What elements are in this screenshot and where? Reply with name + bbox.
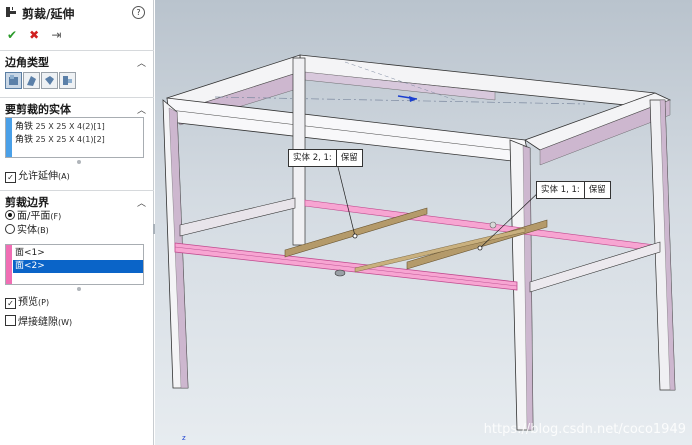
end-butt-button[interactable] bbox=[41, 72, 58, 89]
cancel-button[interactable]: ✖ bbox=[26, 28, 42, 42]
body-label: 实体 bbox=[17, 225, 37, 236]
face-plane-label: 面/平面 bbox=[17, 211, 51, 222]
resize-grip[interactable] bbox=[77, 287, 81, 291]
shortcut-hint: (P) bbox=[38, 298, 50, 307]
weld-gap-checkbox[interactable]: 焊接缝隙(W) bbox=[5, 315, 72, 328]
divider bbox=[0, 50, 154, 51]
shortcut-hint: (F) bbox=[50, 212, 62, 221]
body-spec: 25 X 25 X 4(2)[1] bbox=[33, 122, 105, 131]
end-butt2-button[interactable] bbox=[59, 72, 76, 89]
trim-boundary-heading: 剪裁边界 bbox=[5, 196, 49, 209]
selection-color-bar bbox=[6, 245, 12, 284]
table-frame-model bbox=[162, 54, 676, 431]
graphics-viewport[interactable]: 实体 2, 1: 保留 实体 1, 1: 保留 z https://blog.csd… bbox=[155, 0, 692, 445]
body-radio[interactable]: 实体(B) bbox=[5, 224, 49, 237]
trim-boundary-list[interactable]: 面<1> 面<2> bbox=[5, 244, 144, 285]
bodies-to-trim-heading: 要剪裁的实体 bbox=[5, 103, 71, 116]
left-mid-rail[interactable] bbox=[179, 197, 296, 237]
rail-endcap[interactable] bbox=[334, 269, 346, 277]
right-mid-rail[interactable] bbox=[529, 241, 661, 293]
collapse-bodies-icon[interactable]: ︿ bbox=[137, 103, 146, 116]
shortcut-hint: (A) bbox=[58, 172, 70, 181]
watermark-text: https://blog.csdn.net/coco1949 bbox=[483, 422, 686, 437]
axis-triad-label: z bbox=[182, 434, 186, 442]
end-miter-button[interactable] bbox=[23, 72, 40, 89]
radio-dot[interactable] bbox=[5, 210, 15, 220]
shortcut-hint: (W) bbox=[58, 318, 73, 327]
corner-type-buttons bbox=[5, 72, 77, 92]
collapse-corner-type-icon[interactable]: ︿ bbox=[137, 56, 146, 69]
action-bar: ✔ ✖ ⇥ bbox=[4, 28, 67, 42]
list-item[interactable]: 角铁 25 X 25 X 4(1)[2] bbox=[15, 133, 143, 146]
resize-grip[interactable] bbox=[77, 160, 81, 164]
allow-extend-label: 允许延伸 bbox=[18, 171, 58, 182]
end-butt-icon bbox=[45, 76, 54, 85]
end-miter-icon bbox=[27, 76, 36, 86]
end-butt2-icon bbox=[63, 76, 72, 85]
shortcut-hint: (B) bbox=[37, 226, 49, 235]
radio-dot[interactable] bbox=[5, 224, 15, 234]
body-name: 角铁 bbox=[15, 135, 34, 145]
help-icon[interactable]: ? bbox=[132, 6, 145, 19]
corner-type-heading: 边角类型 bbox=[5, 56, 49, 69]
collapse-boundary-icon[interactable]: ︿ bbox=[137, 196, 146, 209]
ok-button[interactable]: ✔ bbox=[4, 28, 20, 42]
list-item[interactable]: 面<1> bbox=[15, 247, 143, 260]
trim-extend-icon bbox=[6, 7, 16, 17]
body-1-callout[interactable]: 实体 1, 1: 保留 bbox=[536, 181, 611, 199]
callout-key: 实体 1, 1: bbox=[537, 182, 585, 198]
preview-checkbox[interactable]: ✓ 预览(P) bbox=[5, 296, 49, 309]
selection-color-bar bbox=[6, 118, 12, 157]
checkbox-box[interactable]: ✓ bbox=[5, 298, 16, 309]
panel-title: 剪裁/延伸 bbox=[22, 7, 75, 21]
checkbox-box[interactable]: ✓ bbox=[5, 172, 16, 183]
face-plane-radio[interactable]: 面/平面(F) bbox=[5, 210, 61, 223]
bodies-to-trim-list[interactable]: 角铁 25 X 25 X 4(2)[1] 角铁 25 X 25 X 4(1)[2… bbox=[5, 117, 144, 158]
allow-extend-checkbox[interactable]: ✓ 允许延伸(A) bbox=[5, 170, 70, 183]
panel-header: 剪裁/延伸 ? bbox=[0, 0, 154, 26]
body-name: 角铁 bbox=[15, 122, 34, 132]
checkbox-box[interactable] bbox=[5, 315, 16, 326]
divider bbox=[0, 97, 154, 98]
end-trim-button[interactable] bbox=[5, 72, 22, 89]
body-2-callout[interactable]: 实体 2, 1: 保留 bbox=[288, 149, 363, 167]
list-item[interactable]: 角铁 25 X 25 X 4(2)[1] bbox=[15, 120, 143, 133]
callout-value[interactable]: 保留 bbox=[337, 150, 362, 166]
end-trim-icon bbox=[9, 75, 18, 85]
divider bbox=[0, 190, 154, 191]
callout-key: 实体 2, 1: bbox=[289, 150, 337, 166]
weld-gap-label: 焊接缝隙 bbox=[18, 317, 58, 328]
preview-label: 预览 bbox=[18, 297, 38, 308]
body-spec: 25 X 25 X 4(1)[2] bbox=[33, 135, 105, 144]
trim-body-2[interactable] bbox=[284, 207, 428, 258]
property-manager-panel: 剪裁/延伸 ? ✔ ✖ ⇥ 边角类型 ︿ 要剪裁的实体 ︿ 角铁 25 X 25… bbox=[0, 0, 154, 445]
pin-button[interactable]: ⇥ bbox=[48, 28, 64, 42]
callout-value[interactable]: 保留 bbox=[585, 182, 610, 198]
list-item-selected[interactable]: 面<2> bbox=[13, 260, 143, 273]
